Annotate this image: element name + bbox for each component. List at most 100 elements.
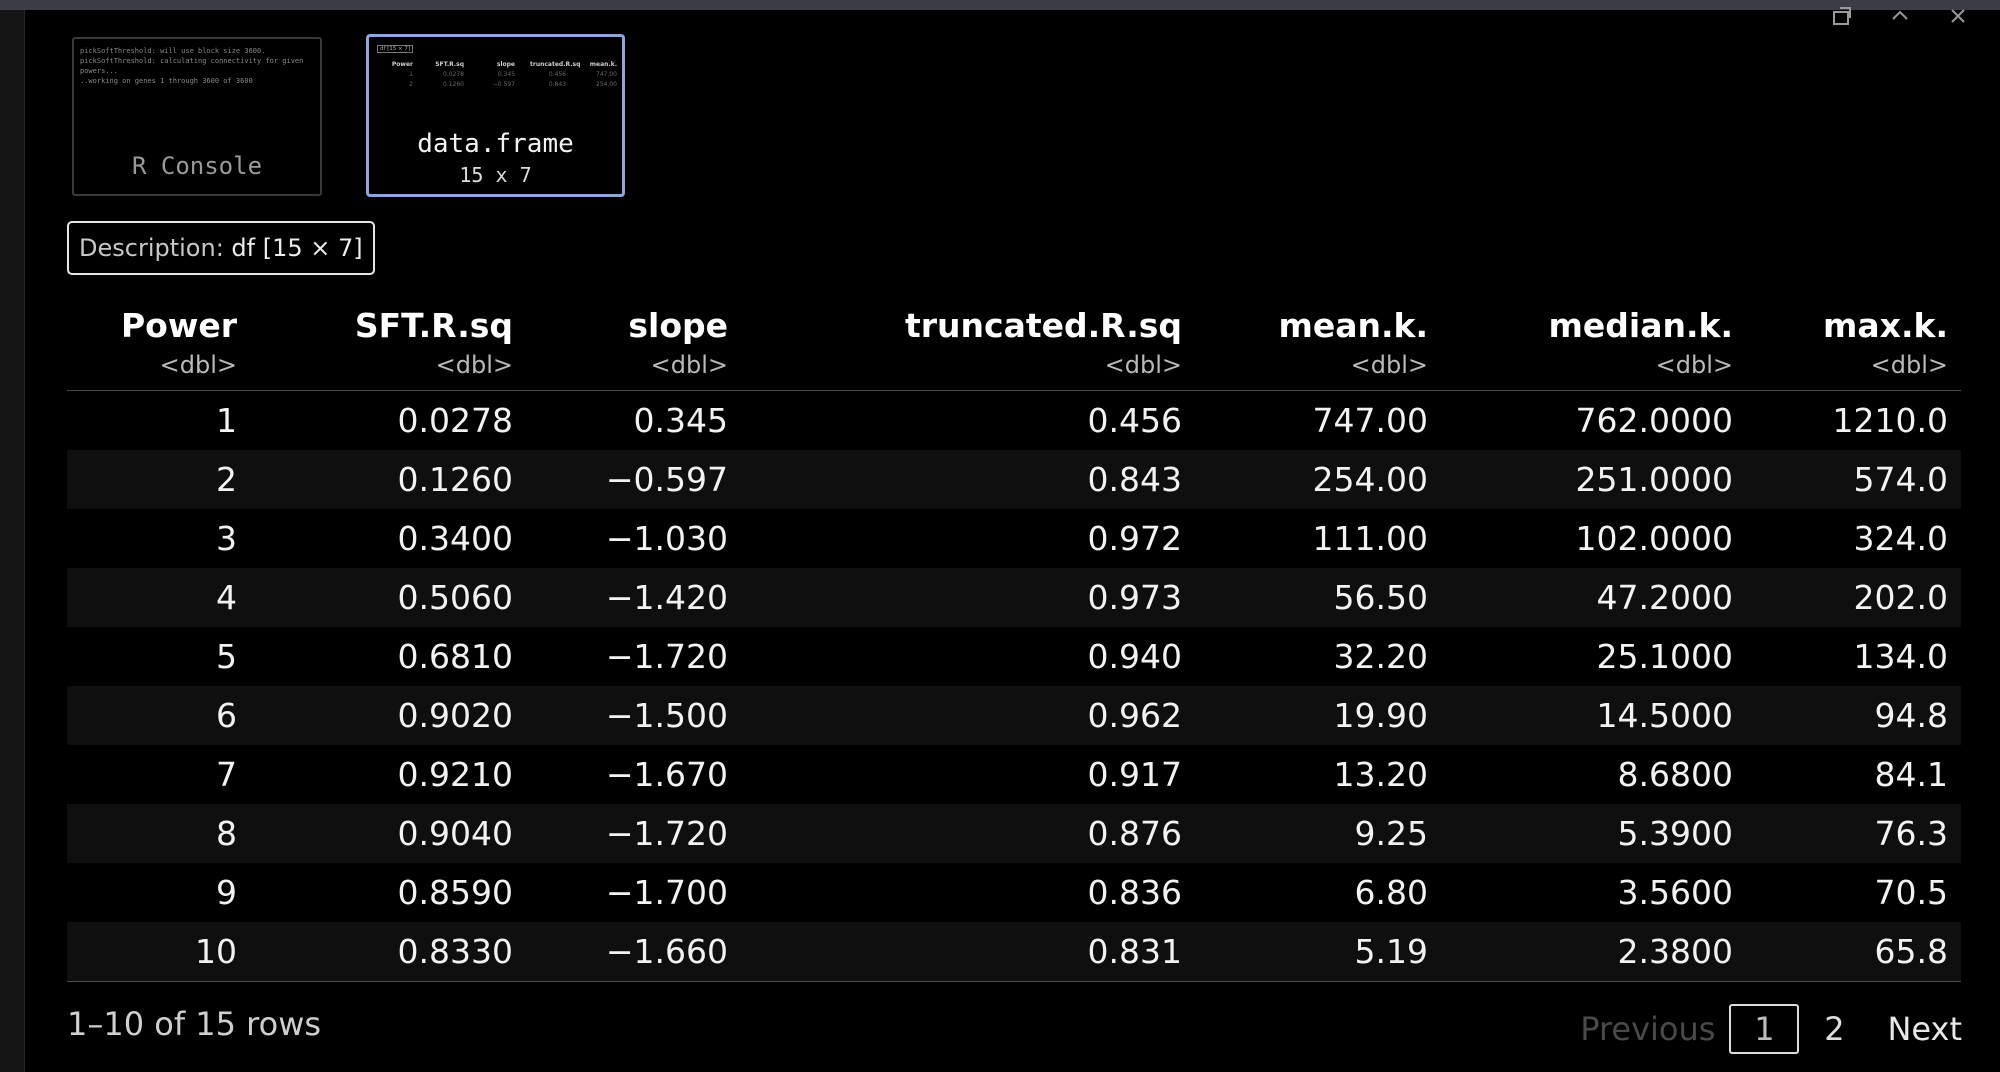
cell-mean-k: 56.50	[1333, 578, 1428, 617]
cell-mean-k: 6.80	[1354, 873, 1428, 912]
cell-power: 3	[216, 519, 237, 558]
mini-cell: 0.843	[548, 81, 566, 88]
console-line: ..working on genes 1 through 3600 of 360…	[80, 77, 253, 85]
column-type: <dbl>	[1104, 351, 1182, 379]
cell-sft-r-sq: 0.8590	[397, 873, 513, 912]
mini-row: 2 0.1260 −0.597 0.843 254.00	[377, 81, 617, 88]
cell-truncated-r-sq: 0.831	[1087, 932, 1182, 971]
cell-median-k: 2.3800	[1617, 932, 1733, 971]
column-name: truncated.R.sq	[904, 306, 1182, 345]
collapse-icon[interactable]	[1888, 4, 1912, 28]
cell-truncated-r-sq: 0.917	[1087, 755, 1182, 794]
column-name: Power	[121, 306, 237, 345]
cell-truncated-r-sq: 0.876	[1087, 814, 1182, 853]
mini-col: truncated.R.sq	[530, 61, 581, 68]
cell-power: 5	[216, 637, 237, 676]
table-row: 10 0.8330 −1.660 0.831 5.19 2.3800 65.8	[67, 922, 1961, 981]
cell-max-k: 70.5	[1874, 873, 1948, 912]
column-name: median.k.	[1548, 306, 1733, 345]
cell-slope: −1.720	[605, 637, 728, 676]
col-header-sft-r-sq[interactable]: SFT.R.sq <dbl>	[257, 300, 513, 378]
mini-cell: −0.597	[492, 81, 515, 88]
column-type: <dbl>	[650, 351, 728, 379]
mini-cell: 0.0278	[443, 71, 464, 78]
cell-median-k: 14.5000	[1596, 696, 1733, 735]
cell-median-k: 762.0000	[1575, 401, 1733, 440]
cell-truncated-r-sq: 0.962	[1087, 696, 1182, 735]
table-row: 8 0.9040 −1.720 0.876 9.25 5.3900 76.3	[67, 804, 1961, 863]
description-badge: Description: df [15 × 7]	[67, 221, 375, 275]
mini-cell: 747.00	[596, 71, 617, 78]
cell-median-k: 8.6800	[1617, 755, 1733, 794]
page-2-button[interactable]: 2	[1799, 1004, 1869, 1054]
cell-median-k: 102.0000	[1575, 519, 1733, 558]
cell-max-k: 574.0	[1853, 460, 1948, 499]
col-header-power[interactable]: Power <dbl>	[67, 300, 237, 378]
cell-truncated-r-sq: 0.940	[1087, 637, 1182, 676]
mini-cell: 0.345	[497, 71, 515, 78]
cell-mean-k: 747.00	[1312, 401, 1428, 440]
mini-cell: 2	[409, 81, 413, 88]
col-header-median-k[interactable]: median.k. <dbl>	[1448, 300, 1733, 378]
cell-max-k: 324.0	[1853, 519, 1948, 558]
col-header-truncated-r-sq[interactable]: truncated.R.sq <dbl>	[748, 300, 1182, 378]
column-name: mean.k.	[1278, 306, 1428, 345]
cell-mean-k: 13.20	[1333, 755, 1428, 794]
pop-out-icon[interactable]	[1830, 4, 1854, 28]
mini-cell: 1	[409, 71, 413, 78]
cell-slope: −1.660	[605, 932, 728, 971]
cell-slope: −1.720	[605, 814, 728, 853]
column-name: max.k.	[1823, 306, 1948, 345]
previous-button[interactable]: Previous	[1580, 1010, 1715, 1048]
cell-power: 6	[216, 696, 237, 735]
left-panel-edge	[0, 10, 25, 1072]
table-bottom-rule	[67, 981, 1961, 982]
cell-mean-k: 254.00	[1312, 460, 1428, 499]
data-frame-label: data.frame	[417, 129, 574, 159]
close-icon[interactable]	[1946, 4, 1970, 28]
cell-sft-r-sq: 0.9040	[397, 814, 513, 853]
cell-max-k: 94.8	[1874, 696, 1948, 735]
mini-header: Power SFT.R.sq slope truncated.R.sq mean…	[377, 61, 617, 68]
cell-slope: −1.500	[605, 696, 728, 735]
cell-median-k: 5.3900	[1617, 814, 1733, 853]
cell-median-k: 25.1000	[1596, 637, 1733, 676]
cell-truncated-r-sq: 0.973	[1087, 578, 1182, 617]
col-header-max-k[interactable]: max.k. <dbl>	[1753, 300, 1948, 378]
table-row: 7 0.9210 −1.670 0.917 13.20 8.6800 84.1	[67, 745, 1961, 804]
cell-truncated-r-sq: 0.456	[1087, 401, 1182, 440]
cell-sft-r-sq: 0.5060	[397, 578, 513, 617]
cell-sft-r-sq: 0.9020	[397, 696, 513, 735]
cell-slope: −1.030	[605, 519, 728, 558]
cell-sft-r-sq: 0.9210	[397, 755, 513, 794]
cell-sft-r-sq: 0.3400	[397, 519, 513, 558]
cell-power: 2	[216, 460, 237, 499]
mini-table-preview: df [15 × 7] Power SFT.R.sq slope truncat…	[377, 45, 617, 88]
table-header: Power <dbl> SFT.R.sq <dbl> slope <dbl> t…	[67, 300, 1961, 391]
cell-power: 9	[216, 873, 237, 912]
cell-median-k: 3.5600	[1617, 873, 1733, 912]
cell-max-k: 1210.0	[1832, 401, 1948, 440]
table-row: 9 0.8590 −1.700 0.836 6.80 3.5600 70.5	[67, 863, 1961, 922]
column-type: <dbl>	[1870, 351, 1948, 379]
mini-col: mean.k.	[589, 61, 617, 68]
cell-slope: −0.597	[605, 460, 728, 499]
cell-sft-r-sq: 0.0278	[397, 401, 513, 440]
rows-info: 1–10 of 15 rows	[67, 1005, 322, 1043]
col-header-slope[interactable]: slope <dbl>	[533, 300, 728, 378]
cell-max-k: 76.3	[1874, 814, 1948, 853]
page-1-button[interactable]: 1	[1729, 1004, 1800, 1054]
r-console-thumbnail[interactable]: pickSoftThreshold: will use block size 3…	[72, 37, 322, 196]
mini-cell: 0.456	[548, 71, 566, 78]
console-line: pickSoftThreshold: will use block size 3…	[80, 47, 266, 55]
table-row: 2 0.1260 −0.597 0.843 254.00 251.0000 574.0	[67, 450, 1961, 509]
mini-description: df [15 × 7]	[377, 45, 414, 53]
data-frame-thumbnail[interactable]: df [15 × 7] Power SFT.R.sq slope truncat…	[366, 34, 625, 197]
column-type: <dbl>	[1655, 351, 1733, 379]
next-button[interactable]: Next	[1887, 1010, 1962, 1048]
mini-cell: 254.00	[596, 81, 617, 88]
mini-row: 1 0.0278 0.345 0.456 747.00	[377, 71, 617, 78]
cell-power: 1	[216, 401, 237, 440]
col-header-mean-k[interactable]: mean.k. <dbl>	[1202, 300, 1428, 378]
cell-truncated-r-sq: 0.843	[1087, 460, 1182, 499]
